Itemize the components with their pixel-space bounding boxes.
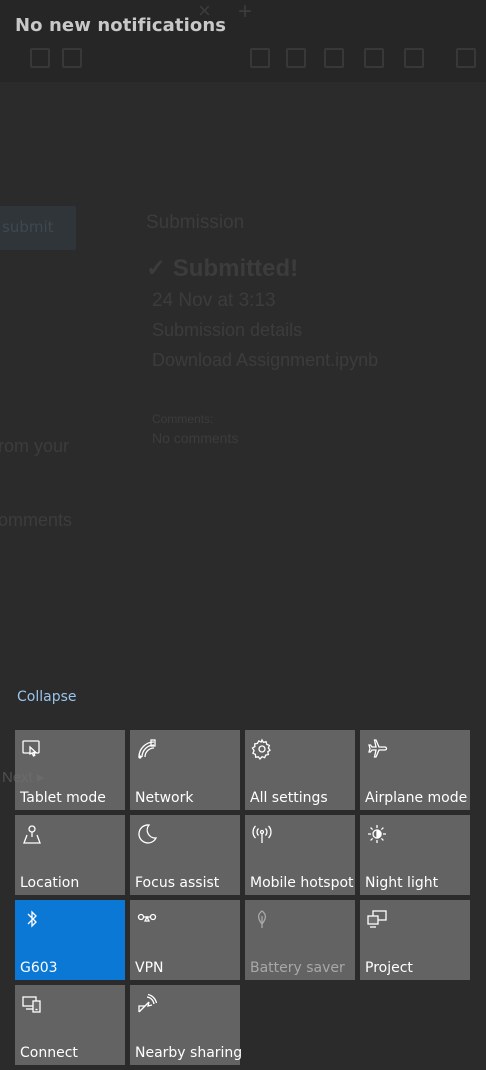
connect-icon [21, 993, 43, 1015]
no-comments-text: No comments [152, 430, 239, 446]
gear-icon [251, 738, 273, 760]
tile-label: Battery saver [250, 960, 345, 976]
tablet-mode-icon [21, 738, 43, 760]
library-icon-ghost [286, 48, 306, 68]
tile-label: Mobile hotspot [250, 875, 354, 891]
tile-label: Location [20, 875, 80, 891]
download-icon-ghost [250, 48, 270, 68]
tile-tablet-mode[interactable]: Tablet mode [15, 730, 125, 810]
tile-label: Project [365, 960, 413, 976]
download-link: Download Assignment.ipynb [152, 350, 379, 370]
tile-night-light[interactable]: Night light [360, 815, 470, 895]
quick-actions-grid: Tablet mode Network All settings Airplan… [15, 730, 470, 1065]
extension2-icon-ghost [404, 48, 424, 68]
tile-label: Night light [365, 875, 439, 891]
tile-label: Nearby sharing [135, 1045, 243, 1061]
new-tab-ghost: + [238, 0, 253, 25]
tile-label: All settings [250, 790, 328, 806]
left-text-2: omments [0, 510, 73, 530]
tile-label: Connect [20, 1045, 78, 1061]
tile-network[interactable]: Network [130, 730, 240, 810]
vpn-icon [136, 908, 158, 930]
collapse-link[interactable]: Collapse [17, 689, 77, 705]
reader-icon-ghost [324, 48, 344, 68]
tile-label: Focus assist [135, 875, 220, 891]
nearby-sharing-icon [136, 993, 158, 1015]
tile-label: Airplane mode [365, 790, 468, 806]
tile-vpn[interactable]: VPN [130, 900, 240, 980]
tile-focus-assist[interactable]: Focus assist [130, 815, 240, 895]
tile-label: G603 [20, 960, 58, 976]
bluetooth-icon [21, 908, 43, 930]
tile-label: Network [135, 790, 194, 806]
refresh-icon-ghost [62, 48, 82, 68]
browser-toolbar-ghost [0, 0, 486, 82]
comments-label: Comments: [152, 412, 214, 426]
project-icon [366, 908, 388, 930]
submitted-text: ✓ Submitted! [146, 255, 299, 282]
tile-project[interactable]: Project [360, 900, 470, 980]
menu-icon-ghost [456, 48, 476, 68]
moon-icon [136, 823, 158, 845]
tile-nearby-sharing[interactable]: Nearby sharing [130, 985, 243, 1065]
tile-label: VPN [135, 960, 164, 976]
hotspot-icon [251, 823, 273, 845]
submission-details-link: Submission details [152, 320, 303, 340]
tile-mobile-hotspot[interactable]: Mobile hotspot [245, 815, 355, 895]
tile-bluetooth[interactable]: G603 [15, 900, 125, 980]
extension-icon-ghost [364, 48, 384, 68]
tile-label: Tablet mode [20, 790, 106, 806]
tile-airplane-mode[interactable]: Airplane mode [360, 730, 470, 810]
tile-all-settings[interactable]: All settings [245, 730, 355, 810]
airplane-icon [366, 738, 388, 760]
battery-saver-icon [251, 908, 273, 930]
back-icon-ghost [30, 48, 50, 68]
network-icon [136, 738, 158, 760]
tile-battery-saver[interactable]: Battery saver [245, 900, 355, 980]
tile-connect[interactable]: Connect [15, 985, 125, 1065]
submission-heading: Submission [146, 212, 245, 233]
location-icon [21, 823, 43, 845]
submission-date: 24 Nov at 3:13 [152, 290, 276, 311]
night-light-icon [366, 823, 388, 845]
ghost-button: submit [0, 206, 76, 250]
tile-location[interactable]: Location [15, 815, 125, 895]
notifications-header: No new notifications [15, 15, 227, 36]
left-text-1: rom your [0, 436, 70, 456]
